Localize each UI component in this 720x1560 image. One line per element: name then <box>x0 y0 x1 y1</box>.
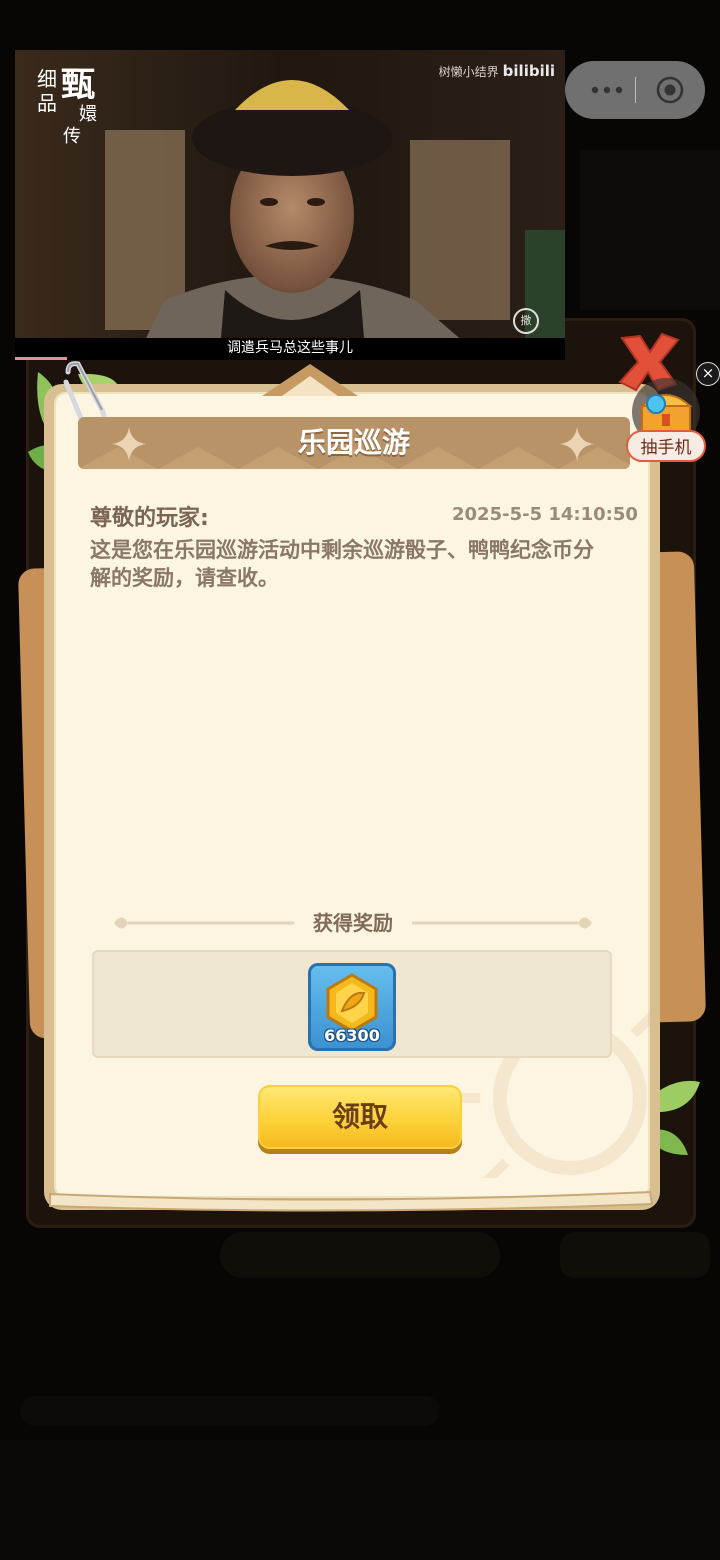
video-stamp: 撒 <box>513 308 539 334</box>
bilibili-logo: bilibili <box>502 62 555 80</box>
miniprogram-capsule <box>565 61 705 119</box>
svg-text:传: 传 <box>63 126 81 146</box>
video-subtitle: 调遣兵马总这些事儿 <box>227 340 353 356</box>
reward-item[interactable]: 66300 <box>308 963 396 1051</box>
svg-text:细: 细 <box>37 67 57 91</box>
scroll-bottom-curl <box>49 1190 654 1212</box>
claim-button-label: 领取 <box>331 1100 388 1133</box>
video-watermark: 树懒小结界 bilibili <box>439 62 555 80</box>
mail-title-bar: 乐园巡游 <box>78 417 630 469</box>
reward-section-header: 获得奖励 <box>110 908 596 938</box>
more-icon[interactable] <box>587 77 627 103</box>
background-bottom-right <box>560 1232 710 1278</box>
claim-button[interactable]: 领取 <box>258 1085 462 1149</box>
watermark-user: 树懒小结界 <box>438 65 499 79</box>
capsule-divider <box>635 77 636 103</box>
drama-logo: 细 品 甄 嬛 传 <box>37 65 97 146</box>
reward-header-label: 获得奖励 <box>313 911 393 935</box>
background-ticker <box>20 1396 440 1426</box>
reward-quantity: 66300 <box>324 1026 380 1045</box>
mail-datetime: 2025-5-5 14:10:50 <box>452 504 638 525</box>
svg-text:甄: 甄 <box>61 65 95 105</box>
svg-text:品: 品 <box>37 91 57 115</box>
mail-title: 乐园巡游 <box>297 426 410 459</box>
panel-tent-ornament <box>262 364 358 396</box>
video-player[interactable]: 细 品 甄 嬛 传 树懒小结界 bilibili 撒 调遣兵马总这些事儿 <box>15 50 565 360</box>
mail-greeting: 尊敬的玩家: <box>90 506 209 531</box>
gift-label[interactable]: 抽手机 <box>626 430 706 462</box>
target-icon[interactable] <box>655 75 685 105</box>
gold-coin-icon <box>326 973 378 1033</box>
mail-body: 这是您在乐园巡游活动中剩余巡游骰子、鸭鸭纪念币分解的奖励，请查收。 <box>90 538 594 590</box>
background-footer <box>0 1440 720 1560</box>
background-bottom-pill <box>220 1232 500 1278</box>
svg-text:嬛: 嬛 <box>79 104 97 125</box>
background-side-menu <box>580 150 720 310</box>
